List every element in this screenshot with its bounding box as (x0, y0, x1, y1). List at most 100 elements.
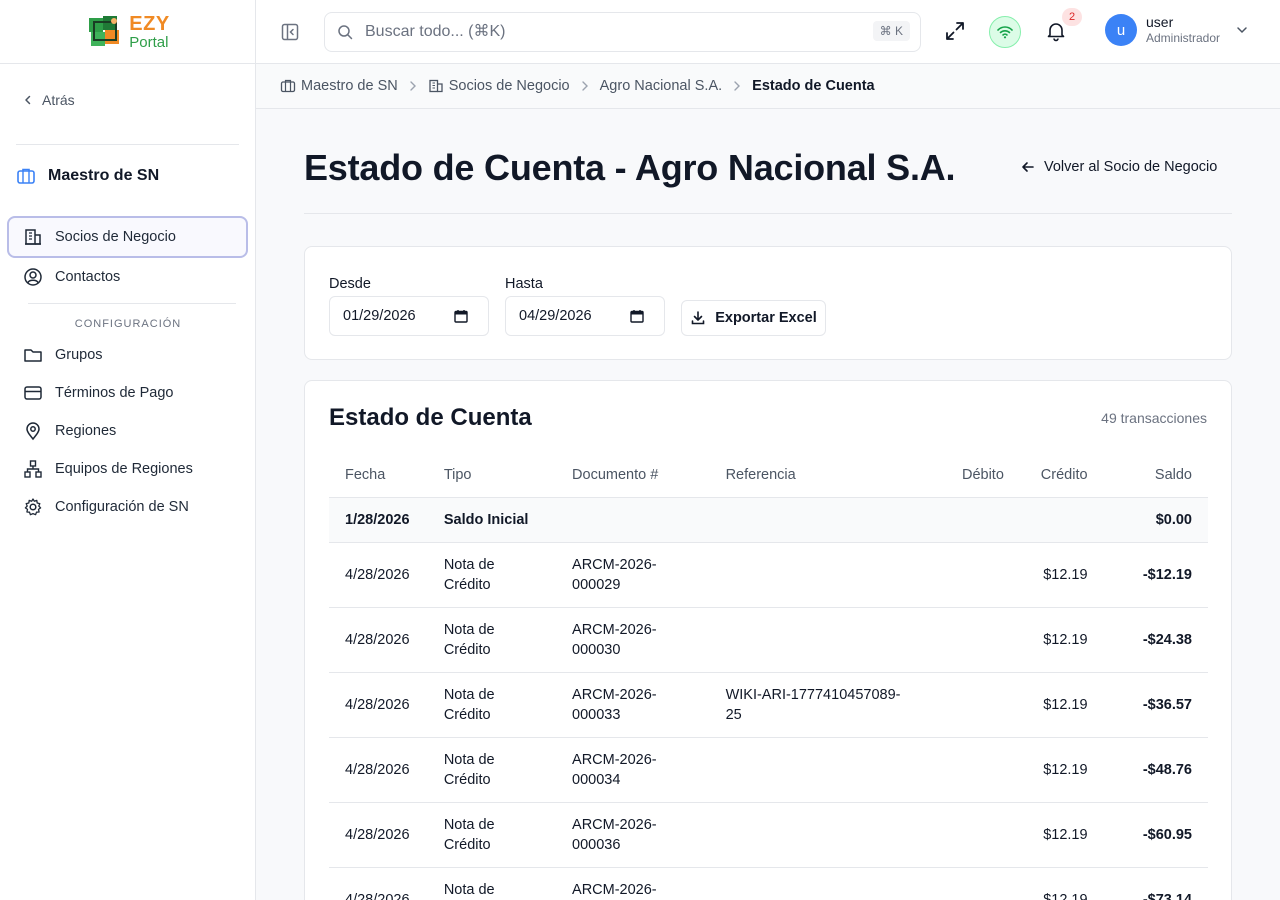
sidebar-item-socios-de-negocio[interactable]: Socios de Negocio (7, 216, 248, 258)
cell-debito (921, 737, 1020, 803)
cell-tipo: Saldo Inicial (427, 497, 557, 543)
avatar: u (1105, 14, 1137, 46)
cell-documento: ARCM-2026-000037 (572, 881, 657, 898)
statement-card: Estado de Cuenta 49 transacciones Fecha … (304, 380, 1232, 900)
from-date-input[interactable]: 01/29/2026 (329, 296, 489, 336)
table-row[interactable]: 4/28/2026 Nota de Crédito ARCM-2026-0000… (329, 802, 1208, 868)
sidebar-item-label: Términos de Pago (55, 385, 174, 401)
map-pin-icon (26, 422, 40, 441)
page-title: Estado de Cuenta - Agro Nacional S.A. (304, 147, 956, 188)
notifications-button[interactable] (1045, 20, 1067, 47)
cell-credito: $12.19 (1019, 867, 1104, 900)
breadcrumb-label: Estado de Cuenta (752, 78, 875, 94)
cell-tipo: Nota de Crédito (443, 816, 495, 853)
cell-saldo: -$36.57 (1103, 672, 1208, 738)
sidebar: EZY Portal Atrás Maestro de SN Socios de… (0, 0, 256, 900)
user-role: Administrador (1146, 31, 1221, 46)
to-date-input[interactable]: 04/29/2026 (505, 296, 665, 336)
back-to-partner-button[interactable]: Volver al Socio de Negocio (1020, 159, 1217, 175)
sidebar-toggle-button[interactable] (280, 22, 300, 47)
cell-credito: $12.19 (1019, 542, 1104, 608)
cell-saldo: -$48.76 (1103, 737, 1208, 803)
breadcrumb-label: Agro Nacional S.A. (599, 78, 723, 94)
cell-saldo: -$73.14 (1103, 867, 1208, 900)
user-menu[interactable]: u user Administrador (1105, 14, 1249, 46)
cell-debito (921, 607, 1020, 673)
table-row[interactable]: 4/28/2026 Nota de Crédito ARCM-2026-0000… (329, 867, 1208, 900)
sidebar-item-contactos[interactable]: Contactos (7, 258, 248, 296)
credit-card-icon (24, 386, 42, 400)
column-header-fecha[interactable]: Fecha (329, 453, 428, 498)
column-header-documento[interactable]: Documento # (556, 453, 710, 498)
sidebar-divider (28, 303, 236, 304)
arrow-left-icon (1022, 162, 1034, 172)
cell-debito (921, 867, 1020, 900)
logo-area: EZY Portal (0, 0, 255, 64)
cell-fecha: 4/28/2026 (329, 867, 428, 900)
logo-brand: EZY (129, 12, 170, 35)
building-icon (25, 229, 41, 245)
logo-mark-icon (89, 15, 120, 46)
briefcase-icon (17, 168, 35, 184)
cell-fecha: 4/28/2026 (329, 672, 428, 738)
user-circle-icon (24, 268, 42, 286)
cell-saldo: $0.00 (1103, 497, 1208, 543)
cell-documento: ARCM-2026-000036 (572, 816, 657, 853)
sidebar-item-regiones[interactable]: Regiones (7, 412, 248, 450)
export-excel-button[interactable]: Exportar Excel (681, 300, 826, 336)
breadcrumb-item-partner[interactable]: Agro Nacional S.A. (600, 78, 723, 94)
building-icon (429, 79, 443, 93)
download-icon (691, 311, 705, 325)
back-link-label: Atrás (42, 92, 75, 108)
breadcrumb-label: Socios de Negocio (448, 78, 570, 94)
column-header-debito[interactable]: Débito (921, 453, 1020, 498)
app-logo[interactable]: EZY Portal (85, 12, 169, 52)
back-link[interactable]: Atrás (22, 92, 75, 108)
folder-icon (24, 349, 42, 362)
breadcrumb-item-maestro-de-sn[interactable]: Maestro de SN (280, 78, 398, 94)
title-divider (304, 213, 1232, 214)
cell-credito: $12.19 (1019, 802, 1104, 868)
column-header-credito[interactable]: Crédito (1019, 453, 1104, 498)
table-row[interactable]: 4/28/2026 Nota de Crédito ARCM-2026-0000… (329, 672, 1208, 738)
cell-saldo: -$24.38 (1103, 607, 1208, 673)
chevron-right-icon (730, 79, 744, 93)
chevron-down-icon (1237, 27, 1247, 34)
breadcrumb-item-socios-de-negocio[interactable]: Socios de Negocio (428, 78, 570, 94)
cell-tipo: Nota de Crédito (443, 556, 495, 593)
sidebar-item-configuracion-de-sn[interactable]: Configuración de SN (7, 488, 248, 526)
connection-status-button[interactable] (989, 16, 1021, 48)
search-input[interactable] (365, 23, 845, 41)
table-row[interactable]: 4/28/2026 Nota de Crédito ARCM-2026-0000… (329, 737, 1208, 803)
cell-fecha: 4/28/2026 (329, 542, 428, 608)
column-header-tipo[interactable]: Tipo (427, 453, 557, 498)
cell-tipo: Nota de Crédito (443, 621, 495, 658)
breadcrumb: Maestro de SN Socios de Negocio Agro Nac… (256, 64, 1280, 109)
sidebar-divider (16, 144, 239, 145)
back-to-partner-label: Volver al Socio de Negocio (1044, 159, 1218, 175)
breadcrumb-label: Maestro de SN (301, 78, 398, 94)
column-header-referencia[interactable]: Referencia (709, 453, 922, 498)
cell-credito: $12.19 (1019, 737, 1104, 803)
table-row[interactable]: 4/28/2026 Nota de Crédito ARCM-2026-0000… (329, 607, 1208, 673)
chevron-right-icon (578, 79, 592, 93)
cell-debito (921, 802, 1020, 868)
cell-saldo: -$60.95 (1103, 802, 1208, 868)
table-row[interactable]: 4/28/2026 Nota de Crédito ARCM-2026-0000… (329, 542, 1208, 608)
fullscreen-button[interactable] (944, 20, 966, 47)
column-header-saldo[interactable]: Saldo (1103, 453, 1208, 498)
sidebar-item-terminos-de-pago[interactable]: Términos de Pago (7, 374, 248, 412)
sidebar-item-equipos-de-regiones[interactable]: Equipos de Regiones (7, 450, 248, 488)
sidebar-item-label: Regiones (55, 423, 117, 439)
topbar: ⌘ K 2 u user Administrador (256, 0, 1280, 64)
logo-sub: Portal (129, 33, 169, 51)
cell-debito (921, 672, 1020, 738)
from-date-value: 01/29/2026 (343, 308, 416, 324)
sidebar-item-grupos[interactable]: Grupos (7, 336, 248, 374)
table-header-row: Fecha Tipo Documento # Referencia Débito… (329, 453, 1208, 498)
cell-credito: $12.19 (1019, 607, 1104, 673)
to-date-label: Hasta (505, 276, 543, 292)
sidebar-item-label: Equipos de Regiones (55, 461, 193, 477)
from-date-label: Desde (329, 276, 371, 292)
search-box[interactable]: ⌘ K (324, 12, 921, 52)
